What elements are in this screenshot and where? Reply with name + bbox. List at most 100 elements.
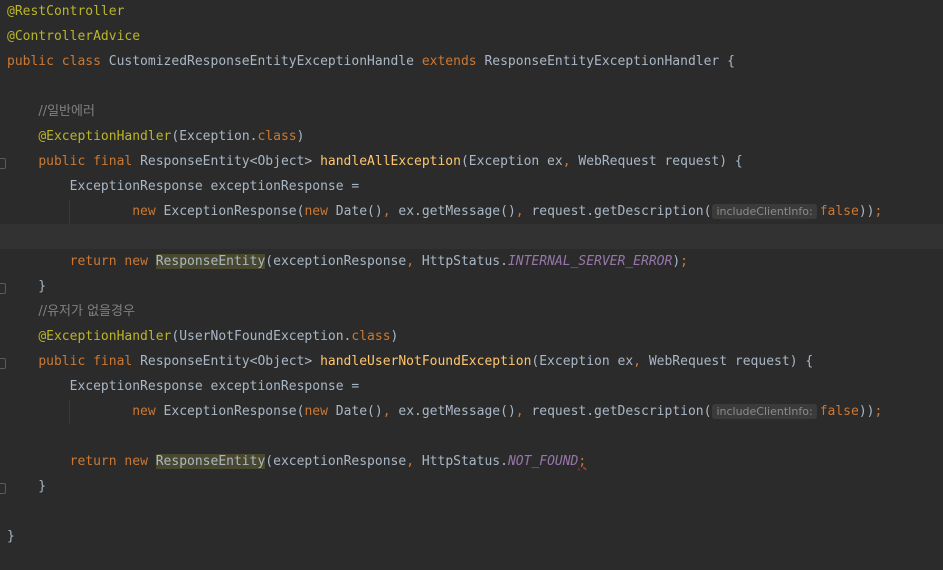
code-token: @ExceptionHandler [38, 329, 172, 344]
code-line-text: public final ResponseEntity<Object> hand… [7, 149, 743, 174]
code-token: public final [38, 154, 141, 169]
code-token: false [819, 404, 859, 419]
code-token: ) [390, 329, 399, 344]
code-line-text: new ExceptionResponse(new Date(), ex.get… [7, 399, 882, 424]
code-token: , [515, 204, 532, 219]
code-line[interactable]: @RestController [0, 0, 943, 24]
code-token: new [304, 204, 336, 219]
code-line[interactable]: public class CustomizedResponseEntityExc… [0, 49, 943, 74]
code-token: handleUserNotFoundException [320, 354, 532, 369]
code-token: ExceptionResponse exceptionResponse = [7, 179, 360, 194]
code-token: ex.getMessage() [398, 204, 516, 219]
code-token: ResponseEntity<Object> [140, 154, 321, 169]
code-line[interactable] [0, 74, 943, 99]
code-line-text: } [7, 524, 15, 549]
code-token: ResponseEntityExceptionHandler { [484, 54, 735, 69]
code-line[interactable]: } [0, 524, 943, 549]
code-line[interactable]: @ControllerAdvice [0, 24, 943, 49]
code-line[interactable]: return new ResponseEntity(exceptionRespo… [0, 449, 943, 474]
code-line[interactable]: //일반에러 [0, 99, 943, 124]
code-token: , [382, 404, 399, 419]
fold-marker-icon[interactable] [0, 483, 6, 494]
code-line-text: //일반에러 [7, 99, 95, 124]
code-line[interactable]: //유저가 없을경우 [0, 299, 943, 324]
code-token: (exceptionResponse [265, 454, 407, 469]
code-token: WebRequest request) { [578, 154, 743, 169]
code-token: //유저가 없을경우 [38, 304, 135, 319]
code-token: Date() [335, 204, 383, 219]
code-line-text: ExceptionResponse exceptionResponse = [7, 374, 360, 399]
code-token: ; [874, 404, 883, 419]
code-line-text: @ControllerAdvice [7, 24, 140, 49]
code-line[interactable]: ExceptionResponse exceptionResponse = [0, 174, 943, 199]
code-line[interactable]: return new ResponseEntity(exceptionRespo… [0, 249, 943, 274]
code-line[interactable]: @ExceptionHandler(UserNotFoundException.… [0, 324, 943, 349]
code-token: handleAllException [320, 154, 461, 169]
code-line[interactable]: new ExceptionResponse(new Date(), ex.get… [0, 399, 943, 424]
code-token: ExceptionResponse( [163, 204, 305, 219]
code-token: , [515, 404, 532, 419]
code-token: HttpStatus. [421, 454, 508, 469]
code-token: } [7, 529, 15, 544]
fold-marker-icon[interactable] [0, 158, 6, 169]
code-token: (Exception. [171, 129, 258, 144]
code-token: , [562, 154, 579, 169]
code-token: , [382, 204, 399, 219]
code-token: (exceptionResponse [265, 254, 407, 269]
code-token: request.getDescription( [531, 404, 712, 419]
code-token: )) [858, 404, 875, 419]
indent-guide [69, 200, 70, 225]
code-line[interactable]: } [0, 474, 943, 499]
code-line[interactable]: @ExceptionHandler(Exception.class) [0, 124, 943, 149]
code-line-text: public final ResponseEntity<Object> hand… [7, 349, 813, 374]
code-line[interactable]: new ExceptionResponse(new Date(), ex.get… [0, 199, 943, 224]
code-token: ExceptionResponse( [163, 404, 305, 419]
code-token: false [819, 204, 859, 219]
code-token: return new [69, 454, 156, 469]
code-token: //일반에러 [38, 104, 95, 119]
fold-marker-icon[interactable] [0, 283, 6, 294]
parameter-hint: includeClientInfo: [712, 204, 817, 219]
code-line-text: } [7, 274, 46, 299]
code-line-text: @RestController [7, 0, 124, 24]
code-token: )) [858, 204, 875, 219]
code-token: @ControllerAdvice [7, 29, 141, 44]
code-line-text: return new ResponseEntity(exceptionRespo… [7, 249, 688, 274]
code-token: (UserNotFoundException. [171, 329, 352, 344]
code-line-text: @ExceptionHandler(UserNotFoundException.… [7, 324, 398, 349]
code-line[interactable]: public final ResponseEntity<Object> hand… [0, 149, 943, 174]
code-token: Date() [335, 404, 383, 419]
code-line-text: public class CustomizedResponseEntityExc… [7, 49, 735, 74]
code-line-text: } [7, 474, 46, 499]
code-token: CustomizedResponseEntityExceptionHandle [108, 54, 422, 69]
code-token: ResponseEntity [155, 254, 266, 269]
code-line[interactable] [0, 224, 943, 249]
code-token: ; [680, 254, 688, 269]
code-token: request.getDescription( [531, 204, 712, 219]
code-line-text: @ExceptionHandler(Exception.class) [7, 124, 304, 149]
code-line[interactable] [0, 499, 943, 524]
code-token: @ExceptionHandler [38, 129, 172, 144]
code-line-text: new ExceptionResponse(new Date(), ex.get… [7, 199, 882, 224]
indent-guide [69, 400, 70, 425]
code-line[interactable]: ExceptionResponse exceptionResponse = [0, 374, 943, 399]
code-line[interactable]: public final ResponseEntity<Object> hand… [0, 349, 943, 374]
code-line[interactable]: } [0, 274, 943, 299]
code-token: @RestController [7, 4, 125, 19]
code-token: INTERNAL_SERVER_ERROR [507, 254, 673, 269]
code-editor[interactable]: @RestController @ControllerAdvice public c… [0, 0, 943, 570]
code-token: } [7, 279, 47, 294]
code-token: ResponseEntity [155, 454, 266, 469]
fold-marker-icon[interactable] [0, 358, 6, 369]
code-token: new [304, 404, 336, 419]
code-token: class [257, 129, 297, 144]
code-line[interactable] [0, 424, 943, 449]
code-token: , [406, 254, 422, 269]
code-token: ) [672, 254, 681, 269]
code-token: ex.getMessage() [398, 404, 516, 419]
